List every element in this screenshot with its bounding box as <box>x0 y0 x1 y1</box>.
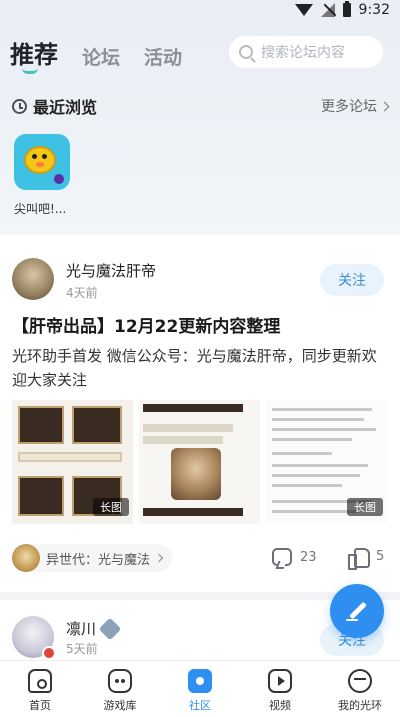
post-title[interactable]: 【肝帝出品】12月22更新内容整理 <box>12 312 388 337</box>
nav-label: 我的光环 <box>338 699 382 712</box>
nav-label: 视频 <box>269 699 291 712</box>
post-images: 长图 长图 <box>12 400 388 524</box>
level-badge-icon <box>98 617 122 640</box>
nav-label: 首页 <box>29 699 51 712</box>
post-body[interactable]: 光环助手首发 微信公众号：光与魔法肝帝，同步更新欢迎大家关注 <box>12 344 388 392</box>
forum-tag-label: 异世代：光与魔法 <box>46 552 151 568</box>
chevron-right-icon <box>154 553 164 563</box>
battery-icon <box>342 1 351 17</box>
recent-browse-title: 最近浏览 <box>33 98 98 117</box>
post-author: 凛川 <box>66 620 97 638</box>
chick-game-icon <box>14 134 70 190</box>
avatar[interactable] <box>12 616 56 660</box>
search-placeholder: 搜索论坛内容 <box>261 45 345 61</box>
recent-browse-header: 最近浏览 更多论坛 <box>12 94 390 118</box>
game-library-icon <box>108 669 132 693</box>
recent-forum-label: 尖叫吧!... <box>14 202 67 216</box>
nav-video[interactable]: 视频 <box>240 661 320 717</box>
post-author-row[interactable]: 凛川 <box>66 617 122 640</box>
long-image-badge: 长图 <box>347 498 383 516</box>
nav-profile[interactable]: 我的光环 <box>320 661 400 717</box>
nav-game-library[interactable]: 游戏库 <box>80 661 160 717</box>
nav-label: 游戏库 <box>103 699 137 712</box>
avatar[interactable] <box>12 258 54 300</box>
clock-icon <box>12 98 27 114</box>
post-time: 5天前 <box>66 642 98 656</box>
tab-activity[interactable]: 活动 <box>144 43 182 70</box>
video-icon <box>268 669 292 693</box>
like-button[interactable]: 5 <box>348 546 385 570</box>
nav-label: 社区 <box>189 699 211 712</box>
search-box[interactable]: 搜索论坛内容 <box>229 36 383 68</box>
status-time: 9:32 <box>358 2 390 18</box>
compose-post-button[interactable] <box>330 584 384 638</box>
chevron-right-icon <box>379 101 390 111</box>
avatar-badge <box>42 646 56 660</box>
signal-icon <box>320 3 335 17</box>
post-image[interactable]: 长图 <box>266 400 387 524</box>
wifi-icon <box>294 4 313 16</box>
like-count: 5 <box>376 548 385 564</box>
forum-tag[interactable]: 异世代：光与魔法 <box>12 544 173 572</box>
bottom-nav: 首页 游戏库 社区 视频 我的光环 <box>0 660 400 717</box>
follow-button[interactable]: 关注 <box>320 264 384 296</box>
post-time: 4天前 <box>66 286 98 300</box>
comment-count: 23 <box>300 549 317 565</box>
comment-button[interactable]: 23 <box>272 548 317 566</box>
more-forums-label: 更多论坛 <box>321 99 377 115</box>
more-forums-link[interactable]: 更多论坛 <box>321 96 390 116</box>
pen-icon <box>346 600 368 622</box>
post-image[interactable] <box>139 400 260 524</box>
tab-forum[interactable]: 论坛 <box>82 43 120 70</box>
profile-icon <box>348 669 372 693</box>
post-image[interactable]: 长图 <box>12 400 133 524</box>
thumbs-up-icon <box>348 546 370 570</box>
tab-recommend[interactable]: 推荐 <box>10 35 58 70</box>
long-image-badge: 长图 <box>93 498 129 516</box>
nav-home[interactable]: 首页 <box>0 661 80 717</box>
nav-community[interactable]: 社区 <box>160 661 240 717</box>
community-icon <box>188 669 212 693</box>
comment-icon <box>272 548 292 566</box>
top-tabs: 推荐 论坛 活动 <box>10 30 206 70</box>
home-icon <box>28 669 52 693</box>
search-icon <box>239 45 253 59</box>
status-icons: 9:32 <box>294 1 390 18</box>
forum-tag-icon <box>12 544 40 572</box>
status-bar: 9:32 <box>0 0 400 22</box>
recent-forum-item[interactable]: 尖叫吧!... <box>14 134 70 217</box>
post-author[interactable]: 光与魔法肝帝 <box>66 260 156 281</box>
